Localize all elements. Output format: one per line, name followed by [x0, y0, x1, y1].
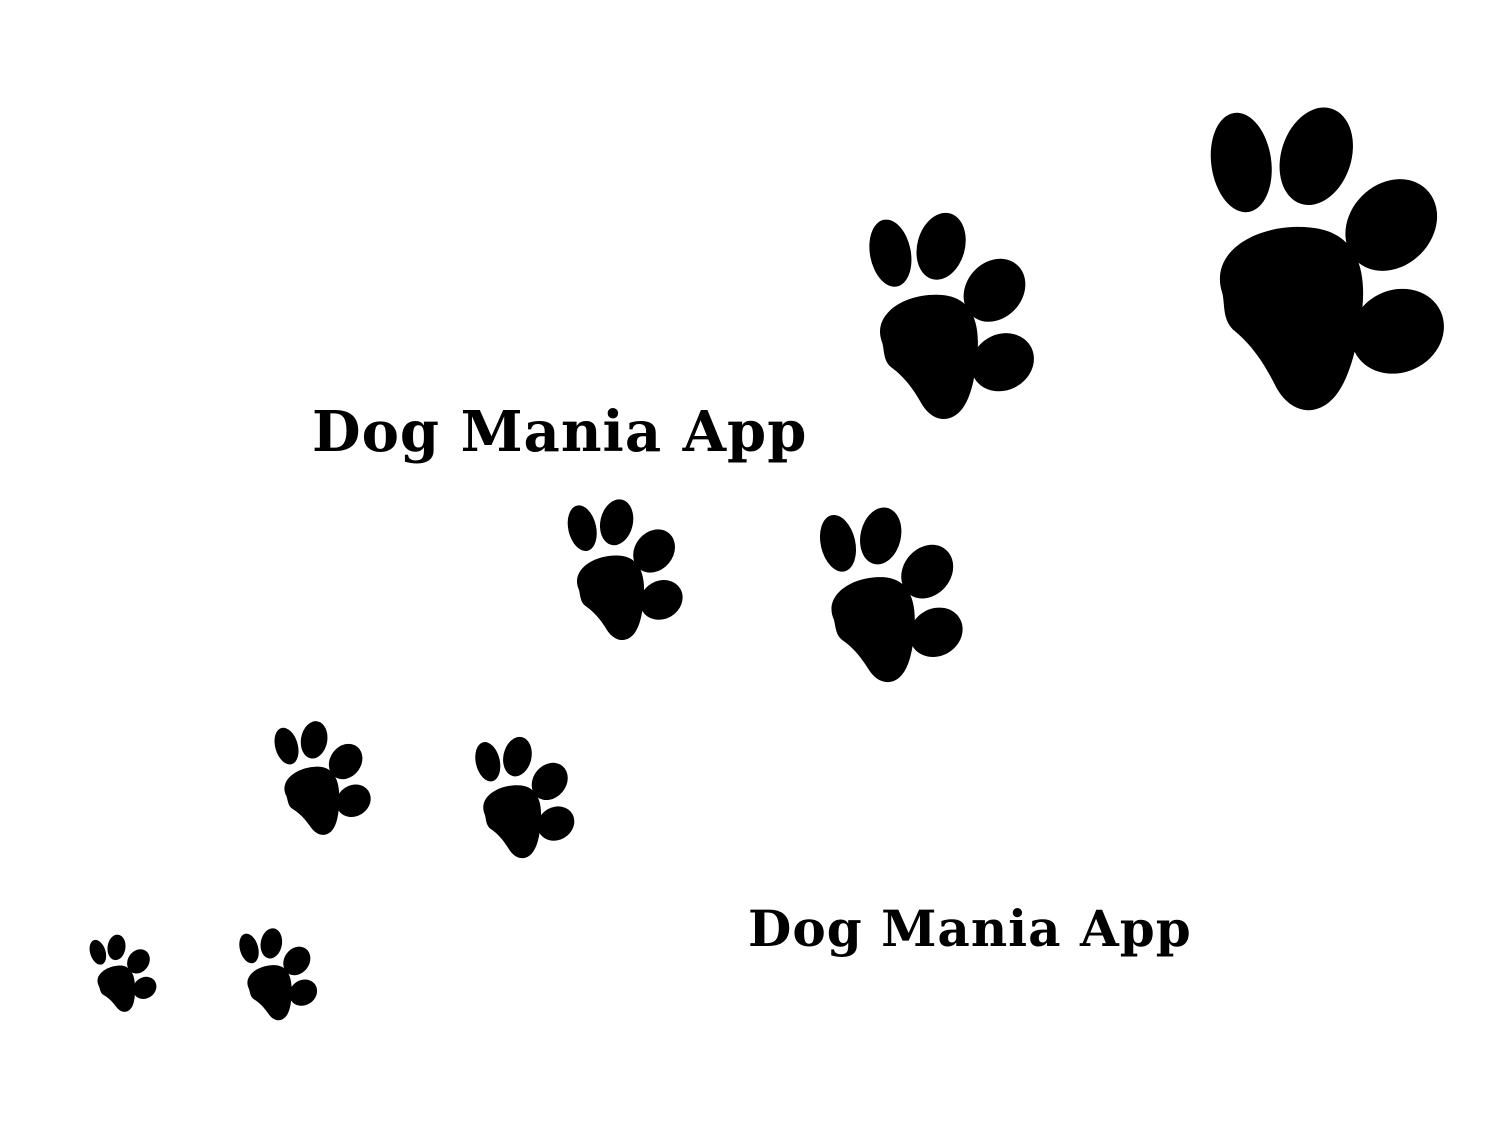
paw-toe: [860, 507, 902, 565]
paw-toe: [1210, 112, 1272, 213]
paw-toe: [1279, 107, 1353, 206]
app-title-bottom: Dog Mania App: [748, 899, 1192, 958]
paw-toe: [89, 939, 107, 965]
paw-print-icon: [567, 499, 683, 641]
paw-toe: [567, 505, 597, 552]
paw-print-icon: [475, 736, 575, 859]
paw-pad: [880, 294, 978, 420]
paw-pad: [1219, 226, 1364, 411]
paw-toe: [599, 499, 634, 546]
paw-trail-canvas: Dog Mania App Dog Mania App: [0, 0, 1500, 1124]
paw-print-icon: [819, 507, 963, 683]
paw-toe: [475, 742, 501, 782]
app-title-top: Dog Mania App: [312, 399, 808, 465]
paw-toe: [869, 219, 912, 287]
paw-toe: [300, 721, 328, 759]
paw-print-icon: [239, 928, 318, 1021]
paw-toe: [274, 727, 299, 765]
paw-toe: [260, 928, 283, 959]
paw-toe: [503, 736, 532, 777]
paw-toe: [107, 934, 126, 961]
paw-print-icon: [89, 934, 157, 1012]
paw-toe: [916, 212, 966, 280]
paw-print-icon: [869, 212, 1034, 420]
paw-print-icon: [1210, 107, 1444, 411]
paw-toe: [239, 933, 259, 964]
paw-toe: [819, 514, 857, 572]
paw-print-icon: [274, 721, 371, 835]
